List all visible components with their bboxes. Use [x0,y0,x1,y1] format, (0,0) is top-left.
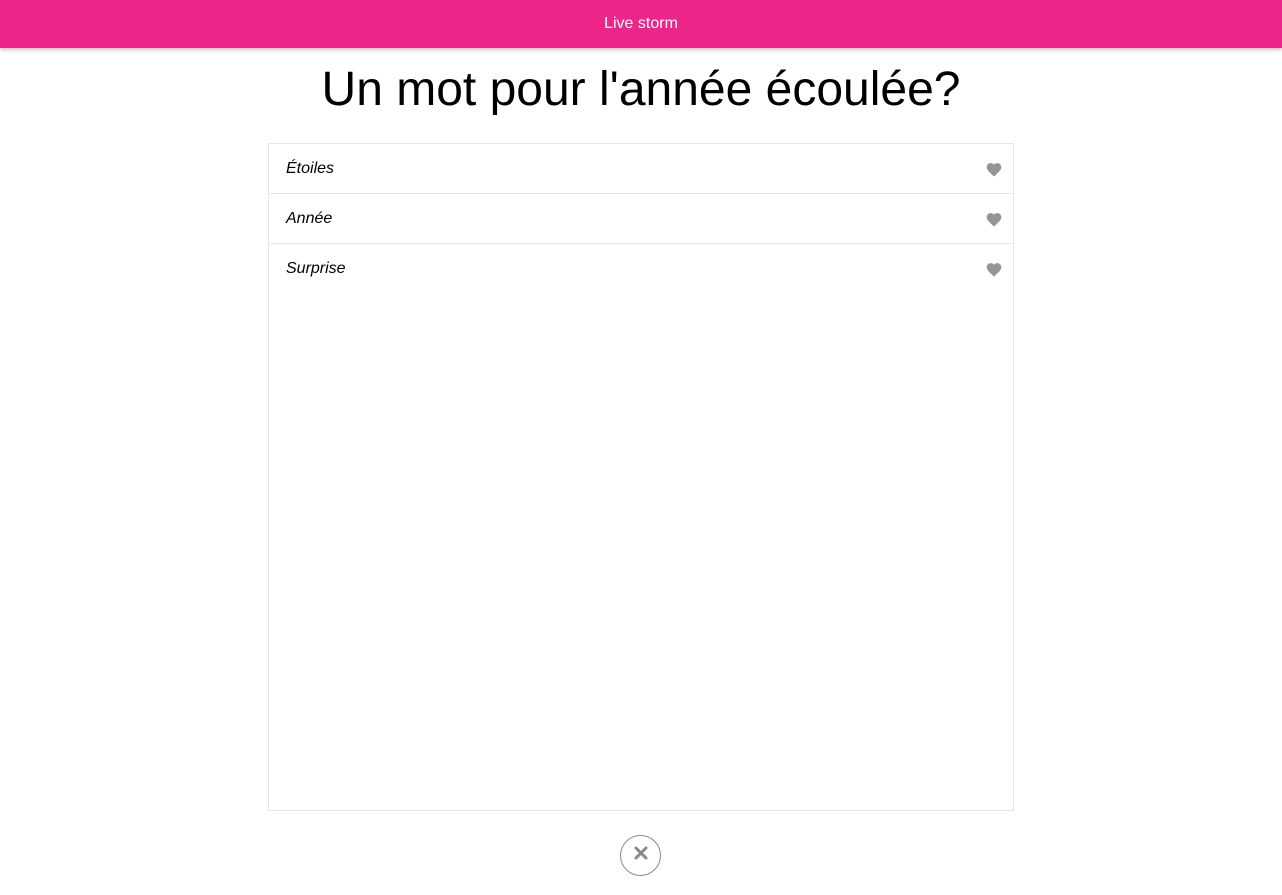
close-button[interactable] [620,835,661,876]
question-title: Un mot pour l'année écoulée? [321,63,961,116]
list-item: Surprise [269,244,1013,293]
close-icon [634,846,648,865]
word-label: Année [286,209,333,227]
list-item: Étoiles [269,144,1013,194]
word-list: Étoiles Année Surprise [268,143,1014,811]
app-title: Live storm [604,15,678,32]
heart-icon[interactable] [983,208,1005,230]
word-label: Surprise [286,259,346,277]
app-header: Live storm [0,0,1282,48]
heart-icon[interactable] [983,158,1005,180]
word-label: Étoiles [286,159,335,177]
heart-icon[interactable] [983,258,1005,280]
list-item: Année [269,194,1013,244]
